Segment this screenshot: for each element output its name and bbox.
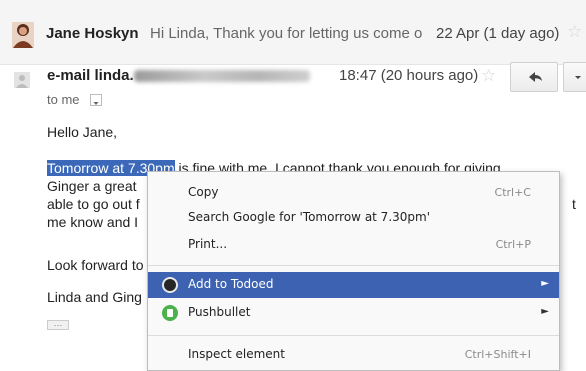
reply-button[interactable] [510,62,558,92]
menu-item-inspect-element[interactable]: Inspect element Ctrl+Shift+I [148,342,559,368]
menu-item-label: Print... [188,237,228,251]
pushbullet-icon [162,305,178,321]
todoed-icon [162,277,178,293]
menu-item-shortcut: Ctrl+Shift+I [464,348,531,361]
chevron-down-icon [575,76,581,79]
message-star-icon[interactable]: ☆ [481,66,496,86]
message-time: 18:47 (20 hours ago) [339,67,479,84]
submenu-arrow-icon: ► [541,278,549,289]
menu-separator [148,335,559,336]
menu-item-label: Inspect element [188,347,285,361]
context-menu: Copy Ctrl+C Search Google for 'Tomorrow … [147,171,560,371]
thread-star-icon[interactable]: ☆ [567,22,582,42]
menu-separator [148,265,559,266]
body-line-3-end: t [572,196,576,212]
menu-item-add-to-todoed[interactable]: Add to Todoed ► [148,272,559,298]
menu-item-search-google[interactable]: Search Google for 'Tomorrow at 7.30pm' [148,205,559,231]
recipient-details-toggle[interactable] [90,94,102,106]
body-line-4: me know and I [47,214,139,230]
sender-avatar [12,22,34,48]
thread-date: 22 Apr (1 day ago) [436,25,560,42]
signoff-line: Linda and Ging [47,289,142,305]
more-actions-button[interactable] [563,62,586,92]
menu-item-label: Search Google for 'Tomorrow at 7.30pm' [188,210,431,224]
menu-item-shortcut: Ctrl+C [494,186,531,199]
body-line-2: Ginger a great [47,178,137,194]
message-sender-name: e-mail linda. [47,67,134,84]
recipient-label: to me [47,92,80,107]
redacted-email-address [134,70,310,82]
caret-down-icon [93,102,99,105]
submenu-arrow-icon: ► [541,306,549,317]
show-trimmed-content-button[interactable]: ··· [47,320,69,330]
menu-item-print[interactable]: Print... Ctrl+P [148,232,559,258]
menu-item-shortcut: Ctrl+P [495,238,531,251]
body-line-5: Look forward to [47,257,144,273]
greeting-line: Hello Jane, [47,124,118,140]
thread-snippet: Hi Linda, Thank you for letting us come … [150,25,423,42]
menu-item-copy[interactable]: Copy Ctrl+C [148,180,559,206]
menu-item-label: Pushbullet [188,305,251,319]
message-avatar [14,72,30,88]
menu-item-label: Copy [188,185,219,199]
reply-arrow-icon [529,72,542,82]
thread-sender-name: Jane Hoskyn [46,25,139,42]
menu-item-pushbullet[interactable]: Pushbullet ► [148,300,559,326]
menu-item-label: Add to Todoed [188,277,274,291]
body-line-3: able to go out f [47,196,140,212]
